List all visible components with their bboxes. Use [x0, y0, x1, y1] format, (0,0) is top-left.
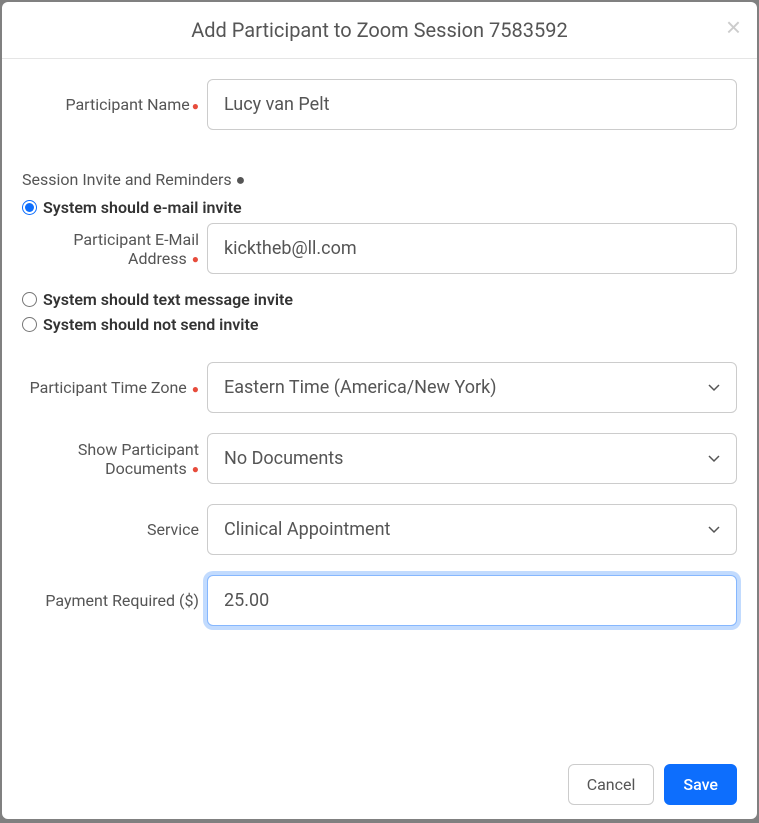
participant-name-label: Participant Name●	[22, 95, 207, 114]
label-text: Payment Required ($)	[45, 591, 199, 610]
label-text: Show Participant Documents	[78, 440, 199, 478]
timezone-select[interactable]: Eastern Time (America/New York)	[207, 362, 737, 413]
participant-name-row: Participant Name●	[22, 79, 737, 130]
required-dot-icon: ●	[236, 170, 246, 189]
invite-section: Session Invite and Reminders ● System sh…	[22, 170, 737, 334]
documents-label: Show Participant Documents ●	[22, 440, 207, 478]
input-wrapper	[207, 575, 737, 626]
label-text: Participant Name	[65, 95, 189, 114]
documents-row: Show Participant Documents ● No Document…	[22, 433, 737, 484]
modal-footer: Cancel Save	[2, 750, 757, 819]
modal-title: Add Participant to Zoom Session 7583592	[191, 18, 568, 42]
heading-text: Session Invite and Reminders	[22, 170, 232, 189]
radio-none-input[interactable]	[22, 317, 37, 332]
email-row: Participant E-Mail Address ●	[22, 223, 737, 274]
label-text: Service	[147, 520, 199, 539]
email-label: Participant E-Mail Address ●	[22, 230, 207, 268]
modal-body: Participant Name● Session Invite and Rem…	[2, 59, 757, 750]
close-button[interactable]: ×	[726, 14, 741, 40]
email-input[interactable]	[207, 223, 737, 274]
label-text: Participant Time Zone	[30, 378, 187, 397]
save-button[interactable]: Save	[664, 764, 737, 805]
radio-none-row[interactable]: System should not send invite	[22, 315, 737, 334]
radio-email-input[interactable]	[22, 200, 37, 215]
input-wrapper	[207, 79, 737, 130]
required-dot-icon: ●	[189, 252, 199, 266]
input-wrapper: Clinical Appointment	[207, 504, 737, 555]
label-text: Participant E-Mail Address	[73, 230, 199, 268]
radio-email-label: System should e-mail invite	[43, 198, 242, 217]
input-wrapper: Eastern Time (America/New York)	[207, 362, 737, 413]
participant-name-input[interactable]	[207, 79, 737, 130]
required-dot-icon: ●	[189, 382, 199, 396]
radio-text-label: System should text message invite	[43, 290, 293, 309]
modal-header: Add Participant to Zoom Session 7583592 …	[2, 2, 757, 59]
add-participant-modal: Add Participant to Zoom Session 7583592 …	[2, 2, 757, 819]
service-select[interactable]: Clinical Appointment	[207, 504, 737, 555]
documents-select[interactable]: No Documents	[207, 433, 737, 484]
required-dot-icon: ●	[192, 99, 199, 113]
radio-none-label: System should not send invite	[43, 315, 258, 334]
input-wrapper: No Documents	[207, 433, 737, 484]
radio-text-input[interactable]	[22, 292, 37, 307]
payment-label: Payment Required ($)	[22, 591, 207, 610]
radio-email-row[interactable]: System should e-mail invite	[22, 198, 737, 217]
service-label: Service	[22, 520, 207, 539]
input-wrapper	[207, 223, 737, 274]
radio-text-row[interactable]: System should text message invite	[22, 290, 737, 309]
payment-input[interactable]	[207, 575, 737, 626]
payment-row: Payment Required ($)	[22, 575, 737, 626]
timezone-row: Participant Time Zone ● Eastern Time (Am…	[22, 362, 737, 413]
cancel-button[interactable]: Cancel	[568, 764, 655, 805]
required-dot-icon: ●	[189, 462, 199, 476]
timezone-label: Participant Time Zone ●	[22, 378, 207, 397]
service-row: Service Clinical Appointment	[22, 504, 737, 555]
invite-heading: Session Invite and Reminders ●	[22, 170, 737, 190]
